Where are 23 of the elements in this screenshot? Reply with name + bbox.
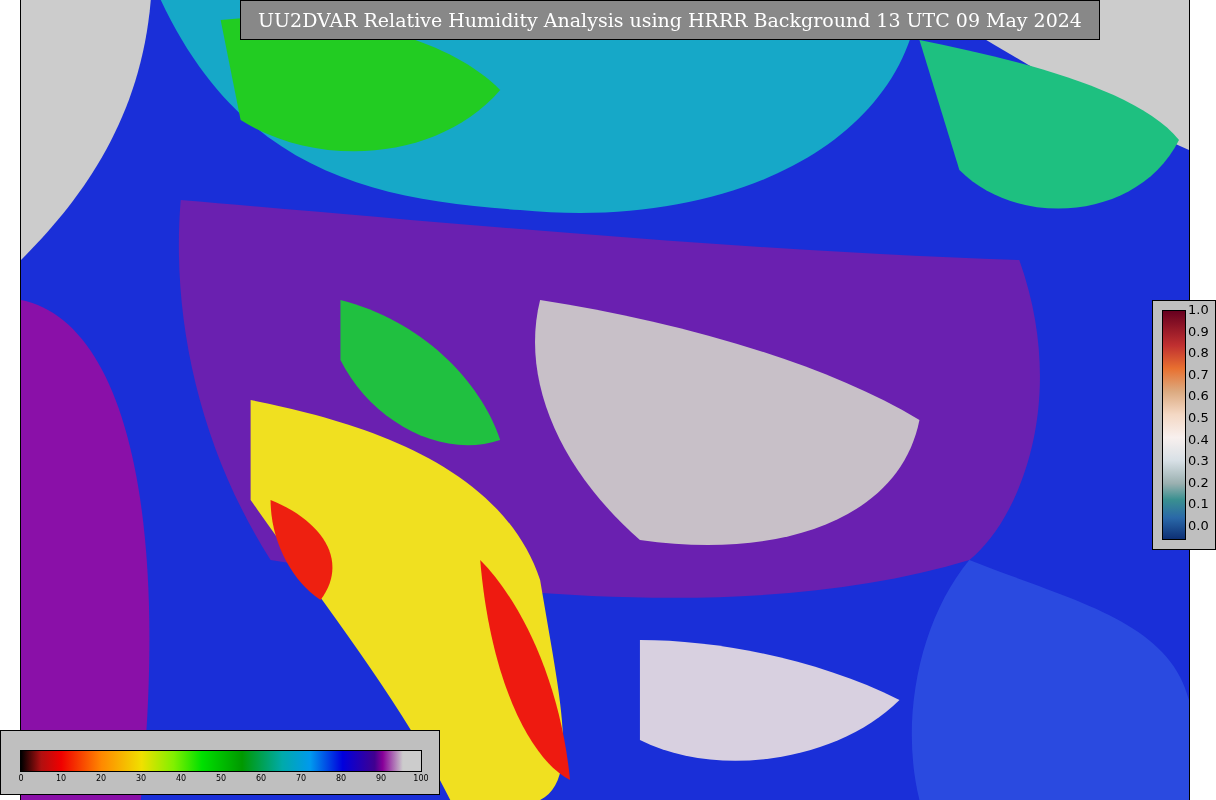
tick-label: 0.5: [1188, 409, 1209, 426]
tick-label: 80: [334, 774, 348, 784]
tick-label: 0: [17, 774, 25, 784]
tick-label: 0.8: [1188, 345, 1209, 362]
tick-label: 70: [294, 774, 308, 784]
tick-label: 60: [254, 774, 268, 784]
tick-label: 10: [54, 774, 68, 784]
tick-label: 0.7: [1188, 366, 1209, 383]
tick-label: 1.0: [1188, 302, 1209, 318]
tick-label: 0.1: [1188, 496, 1209, 513]
tick-label: 0.0: [1188, 517, 1209, 534]
tick-label: 0.9: [1188, 323, 1209, 340]
tick-label: 0.2: [1188, 474, 1209, 491]
tick-label: 20: [94, 774, 108, 784]
tick-label: 100: [412, 774, 430, 784]
tick-label: 0.4: [1188, 431, 1209, 448]
tick-label: 90: [374, 774, 388, 784]
tick-label: 0.6: [1188, 388, 1209, 405]
tick-label: 0.3: [1188, 453, 1209, 470]
tick-label: 50: [214, 774, 228, 784]
map-title: UU2DVAR Relative Humidity Analysis using HRRR Background 13 UTC 09 May 2024: [240, 0, 1100, 40]
tick-label: 30: [134, 774, 148, 784]
tick-label: 40: [174, 774, 188, 784]
